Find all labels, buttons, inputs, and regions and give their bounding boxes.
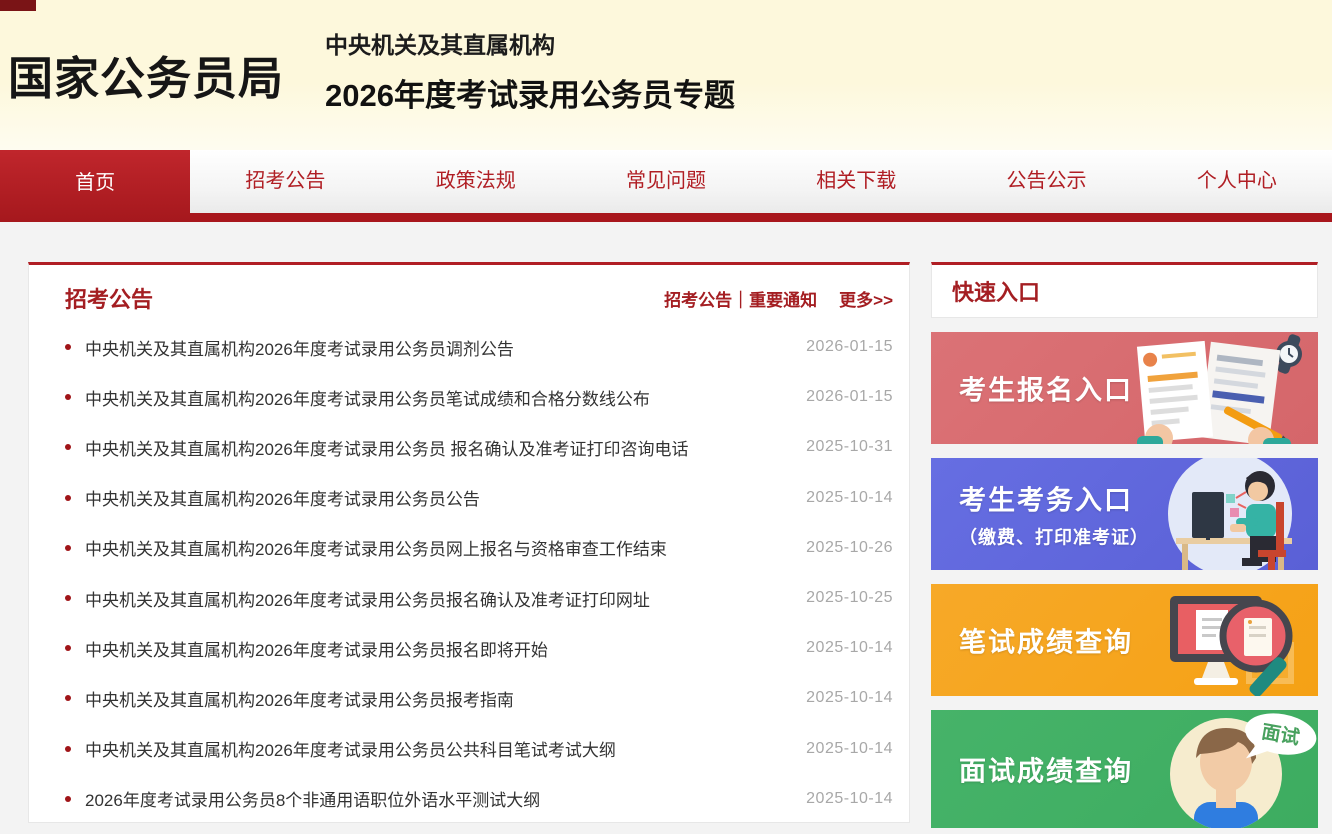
nav-tab-announcements[interactable]: 招考公告 [190,150,380,222]
announcements-list: 中央机关及其直属机构2026年度考试录用公务员调剂公告2026-01-15 中央… [29,320,909,823]
banner-written-score-query[interactable]: 笔试成绩查询 [931,584,1318,696]
nav-tab-downloads[interactable]: 相关下载 [761,150,951,222]
site-header: 国家公务员局 中央机关及其直属机构 2026年度考试录用公务员专题 [0,0,1332,150]
quick-entry-title: 快速入口 [952,275,1040,307]
banner-interview-score-query[interactable]: 面试成绩查询 面试 [931,710,1318,828]
header-subtitle: 中央机关及其直属机构 [325,26,735,60]
announcement-date: 2025-10-26 [806,539,893,557]
announcement-date: 2025-10-14 [806,639,893,657]
monitor-magnifier-icon [1118,584,1318,696]
announcement-item[interactable]: 中央机关及其直属机构2026年度考试录用公务员公告2025-10-14 [65,473,893,523]
corner-mark [0,0,36,11]
announcements-tab-links[interactable]: 招考公告｜重要通知 [664,286,817,311]
bullet-icon [65,394,71,400]
announcement-date: 2025-10-25 [806,589,893,607]
bullet-icon [65,444,71,450]
nav-tab-home[interactable]: 首页 [0,150,190,222]
nav-tab-faq[interactable]: 常见问题 [571,150,761,222]
quick-entry-column: 快速入口 考生报名入口 [931,262,1318,828]
announcement-date: 2026-01-15 [806,338,893,356]
banner-label: 考生考务入口（缴费、打印准考证） [959,479,1149,550]
banner-registration-entry[interactable]: 考生报名入口 [931,332,1318,444]
announcements-title: 招考公告 [65,282,153,314]
announcement-item[interactable]: 中央机关及其直属机构2026年度考试录用公务员报名即将开始2025-10-14 [65,623,893,673]
announcement-date: 2025-10-14 [806,740,893,758]
nav-tab-policies[interactable]: 政策法规 [381,150,571,222]
announcement-date: 2025-10-31 [806,438,893,456]
quick-entry-panel: 快速入口 [931,262,1318,318]
announcement-item[interactable]: 中央机关及其直属机构2026年度考试录用公务员报考指南2025-10-14 [65,673,893,723]
announcement-item[interactable]: 中央机关及其直属机构2026年度考试录用公务员笔试成绩和合格分数线公布2026-… [65,372,893,422]
banner-sublabel: （缴费、打印准考证） [959,524,1149,550]
main-nav: 首页 招考公告 政策法规 常见问题 相关下载 公告公示 个人中心 [0,150,1332,222]
nav-tabs: 首页 招考公告 政策法规 常见问题 相关下载 公告公示 个人中心 [0,150,1332,222]
banner-label: 面试成绩查询 [959,750,1133,789]
banner-label: 考生报名入口 [959,369,1133,408]
header-titles: 中央机关及其直属机构 2026年度考试录用公务员专题 [325,26,735,115]
announcement-item[interactable]: 中央机关及其直属机构2026年度考试录用公务员网上报名与资格审查工作结束2025… [65,523,893,573]
announcement-date: 2025-10-14 [806,489,893,507]
announcement-date: 2025-10-14 [806,689,893,707]
bullet-icon [65,796,71,802]
banner-label: 笔试成绩查询 [959,621,1133,660]
bullet-icon [65,746,71,752]
bullet-icon [65,695,71,701]
nav-tab-personal-center[interactable]: 个人中心 [1142,150,1332,222]
bullet-icon [65,344,71,350]
announcement-item[interactable]: 2026年度考试录用公务员8个非通用语职位外语水平测试大纲2025-10-14 [65,774,893,823]
bullet-icon [65,595,71,601]
bullet-icon [65,545,71,551]
bullet-icon [65,645,71,651]
announcement-item[interactable]: 中央机关及其直属机构2026年度考试录用公务员调剂公告2026-01-15 [65,322,893,372]
announcements-header: 招考公告 招考公告｜重要通知 更多>> [29,265,909,320]
announcement-item[interactable]: 中央机关及其直属机构2026年度考试录用公务员公共科目笔试考试大纲2025-10… [65,724,893,774]
main-content: 招考公告 招考公告｜重要通知 更多>> 中央机关及其直属机构2026年度考试录用… [28,262,1318,828]
more-link[interactable]: 更多>> [839,286,893,311]
bullet-icon [65,495,71,501]
page-title: 2026年度考试录用公务员专题 [325,70,735,115]
banner-exam-affairs-entry[interactable]: 考生考务入口（缴费、打印准考证） [931,458,1318,570]
site-logo[interactable]: 国家公务员局 [8,42,284,107]
announcement-date: 2025-10-14 [806,790,893,808]
announcement-item[interactable]: 中央机关及其直属机构2026年度考试录用公务员报名确认及准考证打印网址2025-… [65,573,893,623]
person-speech-bubble-icon: 面试 [1108,710,1318,828]
announcements-panel: 招考公告 招考公告｜重要通知 更多>> 中央机关及其直属机构2026年度考试录用… [28,262,910,823]
announcement-date: 2026-01-15 [806,388,893,406]
announcement-item[interactable]: 中央机关及其直属机构2026年度考试录用公务员 报名确认及准考证打印咨询电话20… [65,422,893,472]
nav-tab-notices[interactable]: 公告公示 [951,150,1141,222]
announcements-links: 招考公告｜重要通知 更多>> [664,286,893,311]
